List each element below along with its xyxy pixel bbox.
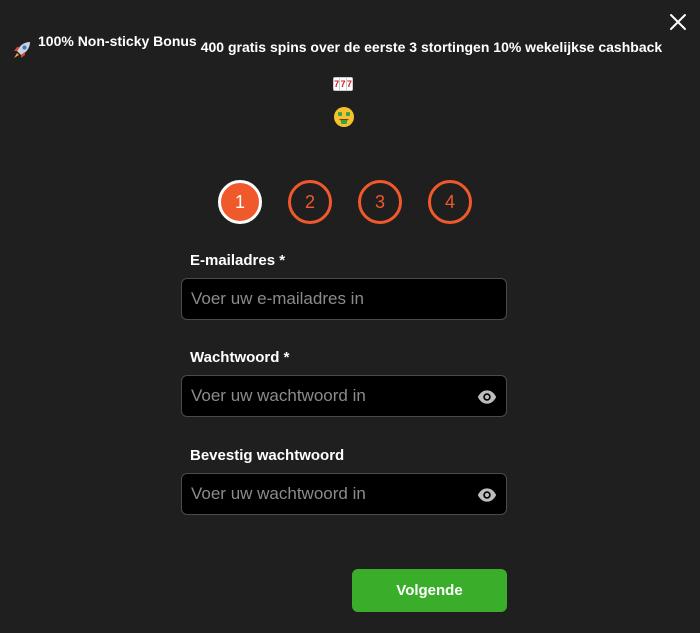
email-label: E-mailadres * <box>190 252 286 269</box>
step-1: 1 <box>218 180 262 224</box>
slot-machine-icon: 7 7 7 <box>333 77 353 91</box>
rocket-icon <box>14 42 30 58</box>
step-label: 1 <box>234 191 245 212</box>
email-input[interactable] <box>182 279 506 319</box>
slot-reel: 7 <box>346 78 352 90</box>
confirm-password-input-wrapper <box>181 473 507 515</box>
next-button[interactable]: Volgende <box>352 569 507 612</box>
email-field-group: E-mailadres * <box>181 252 507 320</box>
promo-spins-text: 400 gratis spins over de eerste 3 storti… <box>200 39 663 55</box>
step-label: 4 <box>444 191 455 212</box>
password-input[interactable] <box>182 376 506 416</box>
show-password-eye-icon[interactable] <box>477 387 497 407</box>
step-label: 3 <box>374 191 385 212</box>
show-confirm-password-eye-icon[interactable] <box>477 485 497 505</box>
promo-banner: 100% Non-sticky Bonus 400 gratis spins o… <box>10 32 690 62</box>
confirm-password-field-group: Bevestig wachtwoord <box>181 447 507 515</box>
promo-bonus-text: 100% Non-sticky Bonus <box>38 33 197 49</box>
slot-reel: 7 <box>334 78 340 90</box>
money-mouth-face-icon <box>334 107 354 127</box>
password-field-group: Wachtwoord * <box>181 349 507 417</box>
password-label: Wachtwoord * <box>190 349 290 366</box>
step-3: 3 <box>358 180 402 224</box>
slot-reel: 7 <box>340 78 346 90</box>
password-input-wrapper <box>181 375 507 417</box>
confirm-password-input[interactable] <box>182 474 506 514</box>
step-2: 2 <box>288 180 332 224</box>
step-label: 2 <box>304 191 315 212</box>
confirm-password-label: Bevestig wachtwoord <box>190 447 345 464</box>
step-4: 4 <box>428 180 472 224</box>
email-input-wrapper <box>181 278 507 320</box>
step-indicator: 1 2 3 4 <box>218 180 472 224</box>
close-icon[interactable] <box>666 10 690 34</box>
